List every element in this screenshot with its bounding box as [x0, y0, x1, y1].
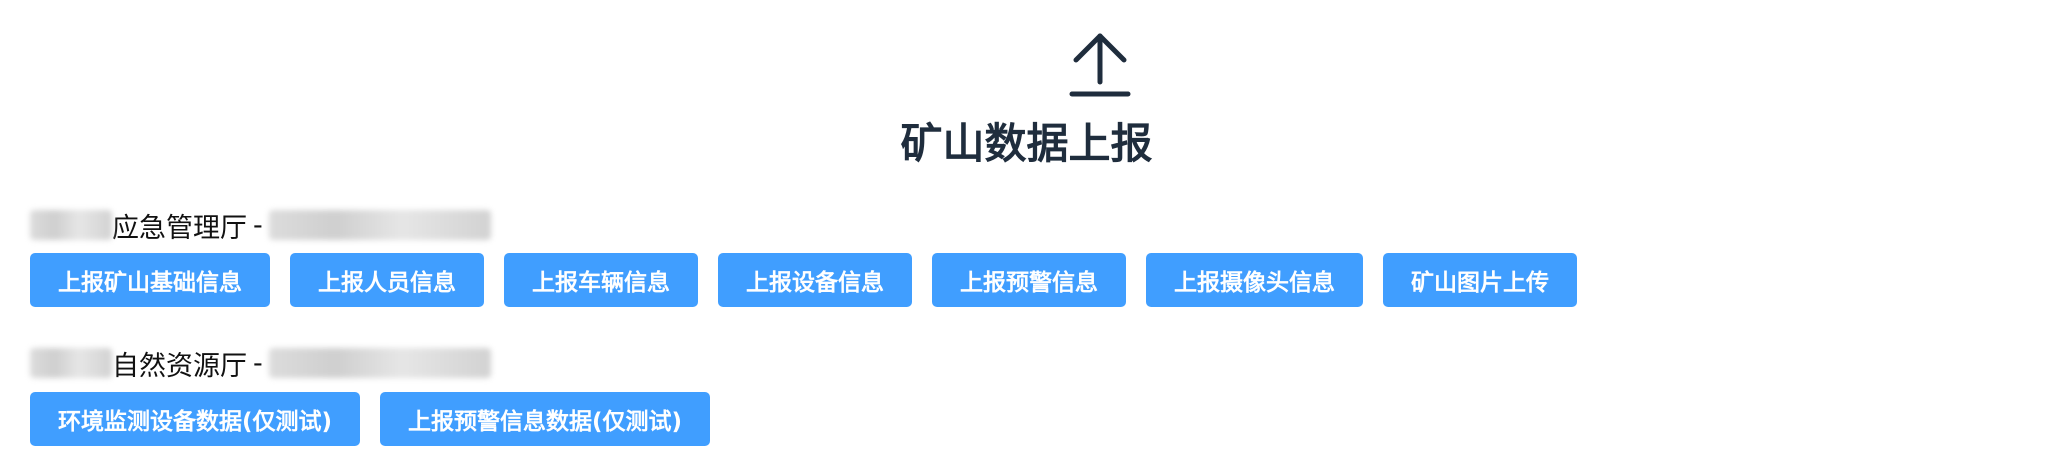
report-mine-basic-info-button[interactable]: 上报矿山基础信息	[30, 253, 270, 307]
redacted-platform-name	[268, 210, 491, 240]
separator: -	[253, 209, 263, 241]
natural-resources-button-row: 环境监测设备数据(仅测试) 上报预警信息数据(仅测试)	[30, 392, 711, 446]
redacted-region-name	[30, 348, 112, 378]
org-name: 自然资源厅	[112, 350, 247, 382]
report-camera-info-button[interactable]: 上报摄像头信息	[1146, 253, 1363, 307]
mine-image-upload-button[interactable]: 矿山图片上传	[1383, 253, 1577, 307]
redacted-platform-name	[268, 348, 491, 378]
report-warning-info-data-button[interactable]: 上报预警信息数据(仅测试)	[380, 392, 711, 446]
emergency-button-row: 上报矿山基础信息 上报人员信息 上报车辆信息 上报设备信息 上报预警信息 上报摄…	[30, 253, 1577, 307]
report-warning-info-button[interactable]: 上报预警信息	[932, 253, 1126, 307]
org-name: 应急管理厅	[112, 212, 247, 244]
redacted-region-name	[30, 210, 112, 240]
report-personnel-info-button[interactable]: 上报人员信息	[290, 253, 484, 307]
page-title: 矿山数据上报	[900, 119, 1153, 168]
section-label-emergency: 应急管理厅 -	[30, 205, 491, 245]
env-monitoring-device-data-button[interactable]: 环境监测设备数据(仅测试)	[30, 392, 361, 446]
page: 矿山数据上报 应急管理厅 - 上报矿山基础信息 上报人员信息 上报车辆信息 上报…	[0, 0, 2053, 474]
report-equipment-info-button[interactable]: 上报设备信息	[718, 253, 912, 307]
upload-arrow-icon	[1069, 33, 1131, 97]
section-label-natural-resources: 自然资源厅 -	[30, 343, 491, 383]
report-vehicle-info-button[interactable]: 上报车辆信息	[504, 253, 698, 307]
separator: -	[253, 347, 263, 379]
